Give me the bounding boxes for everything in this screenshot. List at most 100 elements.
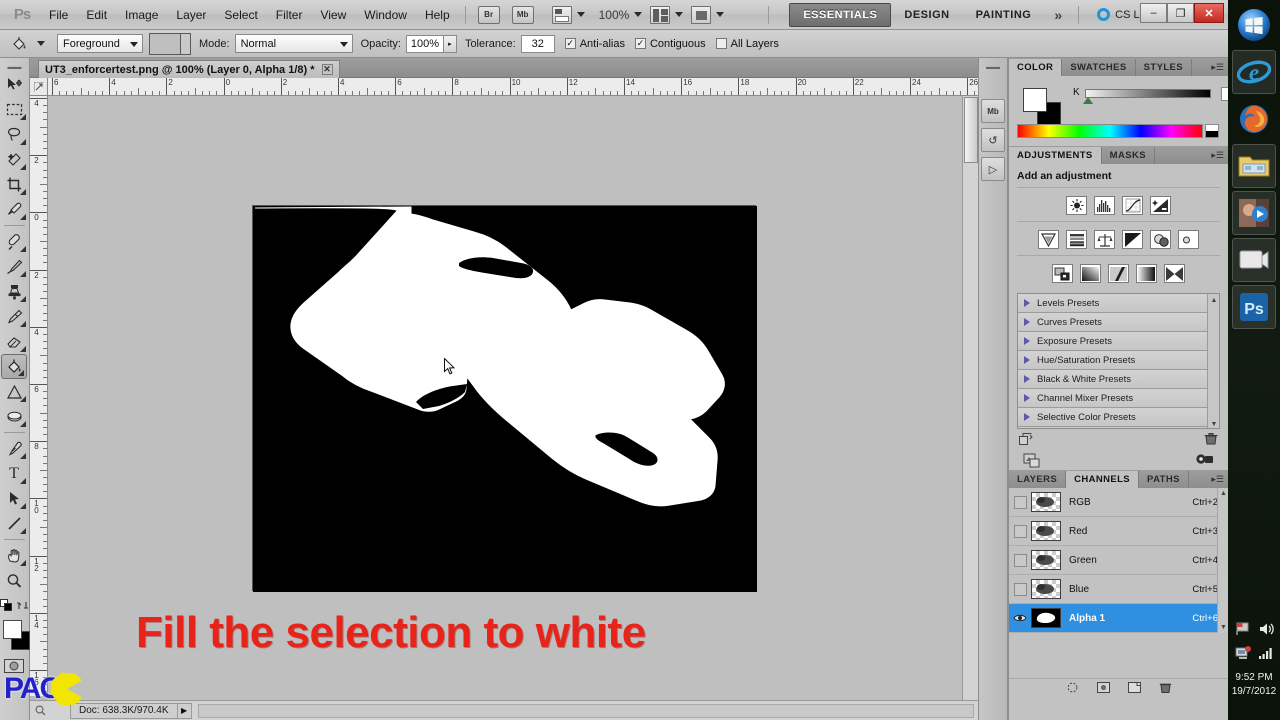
image-canvas[interactable]	[252, 205, 756, 591]
windows-start-icon[interactable]	[1232, 3, 1276, 47]
k-channel-slider[interactable]	[1085, 89, 1211, 98]
security-flag-icon[interactable]	[1235, 621, 1251, 640]
presets-scrollbar[interactable]: ▲ ▼	[1207, 294, 1219, 429]
scroll-up-icon[interactable]: ▲	[1208, 294, 1220, 306]
anti-alias-checkbox[interactable]: ✓ Anti-alias	[565, 38, 625, 50]
workspace-essentials[interactable]: ESSENTIALS	[789, 3, 891, 27]
add-mask-icon[interactable]	[1023, 452, 1041, 471]
workspace-painting[interactable]: PAINTING	[963, 4, 1045, 26]
actions-panel-icon[interactable]: ▷	[981, 157, 1005, 181]
menu-window[interactable]: Window	[355, 4, 416, 26]
delete-channel-icon[interactable]	[1159, 682, 1172, 696]
network-icon[interactable]	[1235, 645, 1251, 664]
close-icon[interactable]: ✕	[322, 64, 333, 75]
screen-mode-control[interactable]	[683, 6, 724, 24]
preset-curves[interactable]: Curves Presets	[1018, 313, 1219, 332]
path-selection-tool[interactable]	[0, 486, 28, 511]
table-row[interactable]: Blue Ctrl+5	[1009, 575, 1228, 604]
canvas-vertical-scrollbar[interactable]	[962, 96, 978, 700]
opacity-stepper[interactable]: ▸	[444, 35, 457, 53]
tab-channels[interactable]: CHANNELS	[1066, 471, 1139, 488]
tolerance-input[interactable]: 32	[521, 35, 555, 53]
exposure-icon[interactable]	[1150, 196, 1171, 215]
move-tool[interactable]	[0, 72, 28, 97]
zoom-tool[interactable]	[0, 568, 28, 593]
channels-panel-menu-icon[interactable]: ▸☰	[1211, 474, 1224, 485]
close-button[interactable]: ✕	[1194, 3, 1224, 23]
windows-explorer-icon[interactable]	[1232, 144, 1276, 188]
photoshop-icon[interactable]: Ps	[1232, 285, 1276, 329]
photo-filter-icon[interactable]	[1150, 230, 1171, 249]
pattern-swatch[interactable]	[149, 33, 191, 55]
history-brush-tool[interactable]	[0, 304, 28, 329]
all-layers-checkbox[interactable]: All Layers	[716, 38, 779, 50]
tab-adjustments[interactable]: ADJUSTMENTS	[1009, 147, 1102, 164]
adjustment-presets-list[interactable]: Levels Presets Curves Presets Exposure P…	[1017, 293, 1220, 429]
new-channel-icon[interactable]	[1128, 682, 1141, 696]
canvas-vertical-scroll-thumb[interactable]	[964, 97, 978, 163]
view-extras-control[interactable]	[544, 6, 585, 24]
media-player-icon[interactable]	[1232, 191, 1276, 235]
selective-color-icon[interactable]	[1164, 264, 1185, 283]
menu-file[interactable]: File	[40, 4, 77, 26]
zoom-level-control[interactable]: 100%	[585, 8, 643, 22]
clock[interactable]: 9:52 PM 19/7/2012	[1228, 671, 1280, 699]
foreground-color-swatch[interactable]	[3, 620, 22, 639]
color-spectrum-blackwhite[interactable]	[1205, 124, 1219, 138]
screen-recorder-icon[interactable]	[1232, 238, 1276, 282]
vibrance-icon[interactable]	[1038, 230, 1059, 249]
contiguous-checkbox[interactable]: ✓ Contiguous	[635, 38, 706, 50]
lasso-tool[interactable]	[0, 122, 28, 147]
rectangular-marquee-tool[interactable]	[0, 97, 28, 122]
channel-visibility-toggle[interactable]	[1009, 525, 1031, 538]
levels-icon[interactable]	[1094, 196, 1115, 215]
save-selection-icon[interactable]	[1097, 682, 1110, 696]
channel-mixer-icon[interactable]	[1178, 230, 1199, 249]
ruler-origin-corner[interactable]	[30, 78, 48, 96]
channel-visibility-toggle[interactable]	[1009, 583, 1031, 596]
menu-help[interactable]: Help	[416, 4, 459, 26]
eyedropper-tool[interactable]	[0, 197, 28, 222]
table-row[interactable]: RGB Ctrl+2	[1009, 488, 1228, 517]
table-row[interactable]: Red Ctrl+3	[1009, 517, 1228, 546]
hand-tool[interactable]	[0, 543, 28, 568]
clone-stamp-tool[interactable]	[0, 279, 28, 304]
minimize-button[interactable]: –	[1140, 3, 1167, 23]
preset-channel-mixer[interactable]: Channel Mixer Presets	[1018, 389, 1219, 408]
horizontal-ruler[interactable]: 64202468101214161820222426	[48, 78, 978, 96]
dock-grip[interactable]: ▬▬	[979, 62, 1007, 72]
color-panel-menu-icon[interactable]: ▸☰	[1211, 62, 1224, 73]
firefox-icon[interactable]	[1232, 97, 1276, 141]
preset-black-white[interactable]: Black & White Presets	[1018, 370, 1219, 389]
fill-source-select[interactable]: Foreground	[57, 34, 143, 53]
menu-filter[interactable]: Filter	[267, 4, 312, 26]
channels-scrollbar[interactable]: ▲ ▼	[1217, 488, 1228, 633]
brightness-contrast-icon[interactable]	[1066, 196, 1087, 215]
table-row[interactable]: Green Ctrl+4	[1009, 546, 1228, 575]
launch-bridge-button[interactable]: Br	[478, 6, 500, 24]
quick-selection-tool[interactable]	[0, 147, 28, 172]
brush-tool[interactable]	[0, 254, 28, 279]
preset-selective-color[interactable]: Selective Color Presets	[1018, 408, 1219, 427]
preset-hue-saturation[interactable]: Hue/Saturation Presets	[1018, 351, 1219, 370]
scroll-down-icon[interactable]: ▼	[1208, 418, 1220, 429]
spot-healing-brush-tool[interactable]	[0, 229, 28, 254]
pen-tool[interactable]	[0, 436, 28, 461]
mini-bridge-icon[interactable]: Mb	[981, 99, 1005, 123]
threshold-icon[interactable]	[1108, 264, 1129, 283]
menu-edit[interactable]: Edit	[77, 4, 116, 26]
blur-tool[interactable]	[0, 404, 28, 429]
color-foreground-swatch[interactable]	[1023, 88, 1047, 112]
document-tab[interactable]: UT3_enforcertest.png @ 100% (Layer 0, Al…	[38, 60, 340, 78]
invert-icon[interactable]	[1052, 264, 1073, 283]
tab-styles[interactable]: STYLES	[1136, 59, 1192, 76]
k-channel-slider-handle[interactable]	[1083, 97, 1093, 104]
foreground-background-colors[interactable]	[0, 618, 30, 656]
preset-exposure[interactable]: Exposure Presets	[1018, 332, 1219, 351]
menu-layer[interactable]: Layer	[167, 4, 215, 26]
workspace-design[interactable]: DESIGN	[891, 4, 962, 26]
color-spectrum-ramp[interactable]	[1017, 124, 1203, 138]
menu-select[interactable]: Select	[215, 4, 266, 26]
hue-saturation-icon[interactable]	[1066, 230, 1087, 249]
arrange-documents-control[interactable]	[642, 6, 683, 24]
